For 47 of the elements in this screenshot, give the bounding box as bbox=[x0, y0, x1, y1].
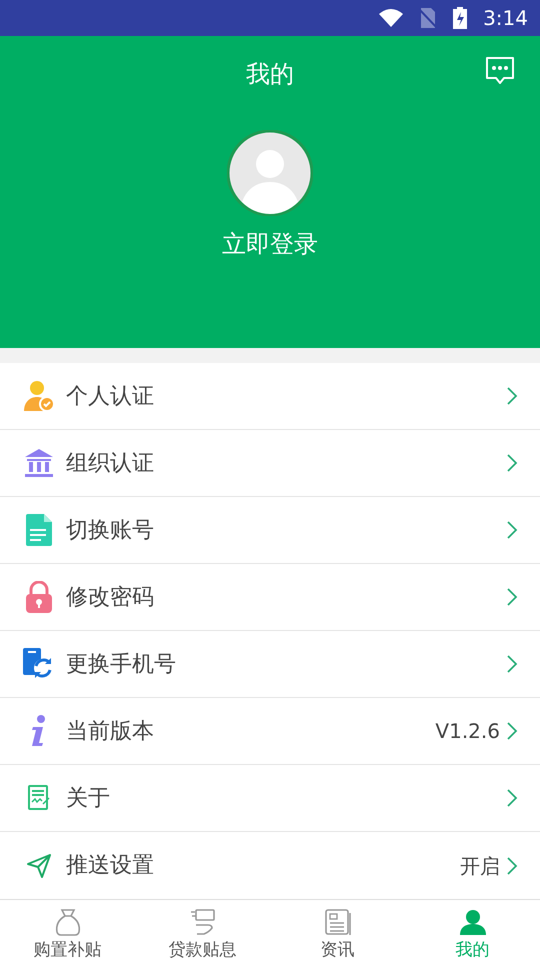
chevron-right-icon bbox=[506, 654, 518, 674]
wifi-icon bbox=[379, 9, 404, 27]
menu-value: 开启 bbox=[460, 852, 500, 880]
page-title: 我的 bbox=[246, 59, 294, 90]
menu-label: 关于 bbox=[66, 784, 110, 812]
document-icon bbox=[26, 514, 52, 546]
newspaper-icon bbox=[324, 908, 352, 936]
chevron-right-icon bbox=[506, 788, 518, 808]
menu-item[interactable]: 组织认证 bbox=[0, 430, 540, 497]
nav-tab[interactable]: 贷款贴息 bbox=[135, 900, 270, 960]
menu-label: 修改密码 bbox=[66, 584, 154, 612]
no-sim-icon bbox=[419, 8, 438, 28]
menu-item[interactable]: 更换手机号 bbox=[0, 631, 540, 698]
chevron-right-icon bbox=[506, 520, 518, 540]
person-icon bbox=[458, 908, 486, 936]
chevron-right-icon bbox=[506, 386, 518, 406]
person-icon bbox=[23, 380, 55, 412]
avatar-icon[interactable] bbox=[227, 130, 313, 216]
menu-value: V1.2.6 bbox=[435, 718, 500, 745]
menu-label: 个人认证 bbox=[66, 382, 154, 410]
chevron-right-icon bbox=[506, 721, 518, 741]
bank-icon bbox=[24, 448, 54, 478]
menu-item[interactable]: 个人认证 bbox=[0, 363, 540, 430]
chat-icon bbox=[484, 55, 516, 87]
chevron-right-icon bbox=[506, 587, 518, 607]
menu-label: 更换手机号 bbox=[66, 650, 176, 678]
nav-tab[interactable]: 购置补贴 bbox=[0, 900, 135, 960]
menu-item[interactable]: 当前版本 V1.2.6 bbox=[0, 698, 540, 765]
menu-item[interactable]: 切换账号 bbox=[0, 497, 540, 564]
signed-note-icon bbox=[28, 785, 50, 811]
menu-item[interactable]: 推送设置 开启 bbox=[0, 832, 540, 899]
menu-label: 推送设置 bbox=[66, 852, 154, 880]
battery-charging-icon bbox=[453, 7, 468, 29]
menu-item[interactable]: 修改密码 bbox=[0, 564, 540, 631]
send-icon bbox=[26, 852, 52, 878]
menu-label: 当前版本 bbox=[66, 718, 154, 746]
clock: 3:14 bbox=[483, 5, 528, 32]
menu-label: 组织认证 bbox=[66, 450, 154, 478]
chevron-right-icon bbox=[506, 453, 518, 473]
nav-tab[interactable]: 资讯 bbox=[270, 900, 405, 960]
lock-icon bbox=[25, 581, 53, 613]
money-hand-icon bbox=[188, 908, 216, 936]
menu-item[interactable]: 关于 bbox=[0, 765, 540, 832]
chevron-right-icon bbox=[506, 856, 518, 876]
message-button[interactable] bbox=[484, 55, 516, 87]
menu-label: 切换账号 bbox=[66, 516, 154, 544]
money-bag-icon bbox=[54, 908, 82, 936]
